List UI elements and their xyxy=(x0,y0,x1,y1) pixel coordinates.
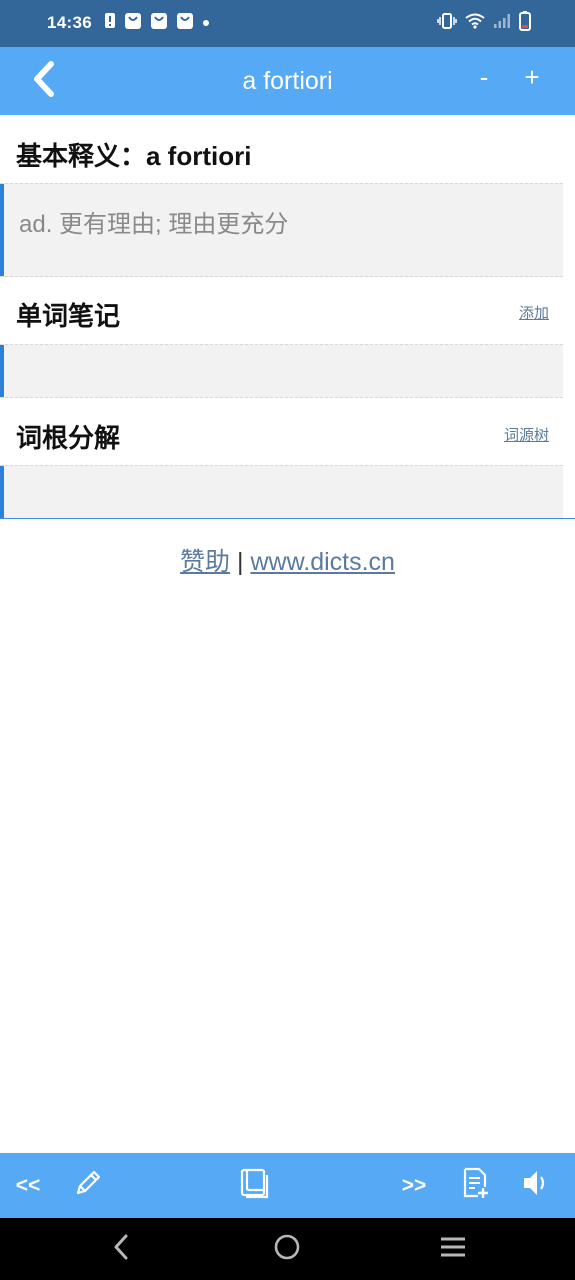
nav-home-button[interactable] xyxy=(252,1218,322,1280)
next-label: >> xyxy=(401,1173,427,1197)
signal-icon xyxy=(493,13,511,34)
pencil-icon xyxy=(72,1167,104,1204)
nav-back-icon xyxy=(111,1233,131,1266)
site-link[interactable]: www.dicts.cn xyxy=(250,548,394,576)
footer-separator: | xyxy=(237,548,244,576)
system-nav-bar xyxy=(0,1218,575,1280)
definition-box: ad. 更有理由; 理由更充分 xyxy=(0,183,563,277)
add-note-link[interactable]: 添加 xyxy=(519,302,549,323)
home-circle-icon xyxy=(273,1233,301,1266)
app-bar: a fortiori - + xyxy=(0,47,575,115)
vibrate-icon xyxy=(437,12,457,34)
notes-box xyxy=(0,344,563,398)
sponsor-link[interactable]: 赞助 xyxy=(180,548,230,576)
notification-icons xyxy=(104,12,210,35)
edit-button[interactable] xyxy=(66,1153,110,1218)
nav-back-button[interactable] xyxy=(86,1218,156,1280)
previous-label: << xyxy=(15,1173,41,1197)
chevron-left-icon xyxy=(31,60,57,102)
add-note-icon xyxy=(462,1167,490,1204)
wordbook-button[interactable] xyxy=(232,1153,276,1218)
accent-bar xyxy=(0,184,4,276)
definition-text: ad. 更有理由; 理由更充分 xyxy=(19,211,289,238)
footer-divider xyxy=(0,518,575,519)
page-title: a fortiori xyxy=(242,67,333,95)
wifi-icon xyxy=(465,13,485,34)
etymology-tree-link[interactable]: 词源树 xyxy=(504,424,549,445)
menu-lines-icon xyxy=(439,1235,467,1264)
accent-bar xyxy=(0,345,4,397)
shopping-bag-icon xyxy=(176,12,194,35)
accent-bar xyxy=(0,466,4,518)
zoom-in-button[interactable]: + xyxy=(514,59,550,99)
battery-icon xyxy=(519,10,531,36)
previous-word-button[interactable]: << xyxy=(4,1153,52,1218)
status-bar: 14:36 xyxy=(0,0,575,47)
status-time: 14:36 xyxy=(47,13,92,32)
book-icon xyxy=(238,1167,270,1204)
definition-heading: 基本释义：a fortiori xyxy=(16,141,252,171)
speaker-icon xyxy=(520,1167,550,1204)
roots-heading: 词根分解 xyxy=(16,423,121,453)
shopping-bag-icon xyxy=(124,12,142,35)
roots-box xyxy=(0,465,563,519)
zoom-out-button[interactable]: - xyxy=(466,59,502,99)
bottom-toolbar: << >> xyxy=(0,1153,575,1218)
shopping-bag-icon xyxy=(150,12,168,35)
notes-heading: 单词笔记 xyxy=(16,301,121,331)
footer-links: 赞助 | www.dicts.cn xyxy=(0,542,575,578)
nav-recents-button[interactable] xyxy=(418,1218,488,1280)
system-icons xyxy=(437,10,531,36)
pronounce-button[interactable] xyxy=(514,1153,556,1218)
alert-icon xyxy=(104,12,116,34)
next-word-button[interactable]: >> xyxy=(390,1153,438,1218)
add-note-button[interactable] xyxy=(456,1153,496,1218)
back-button[interactable] xyxy=(22,59,66,103)
more-dot-icon xyxy=(202,14,210,32)
